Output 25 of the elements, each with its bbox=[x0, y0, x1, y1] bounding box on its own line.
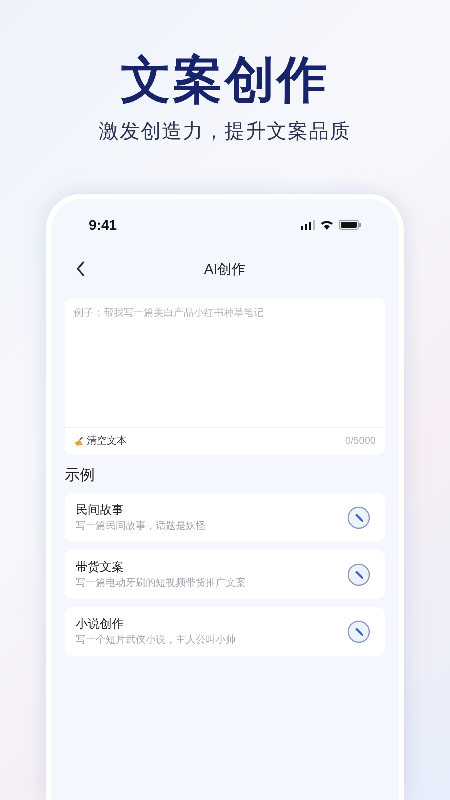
pen-icon bbox=[347, 562, 371, 586]
broom-icon bbox=[74, 436, 84, 446]
pen-icon bbox=[347, 620, 371, 644]
example-title: 带货文案 bbox=[76, 558, 125, 574]
page-title: AI创作 bbox=[204, 260, 246, 278]
example-title: 小说创作 bbox=[76, 616, 125, 632]
example-prompt: 写一个短片武侠小说，主人公叫小帅 bbox=[76, 634, 236, 648]
example-card[interactable]: 民间故事 写一篇民间故事，话题是妖怪 bbox=[65, 493, 385, 542]
example-title: 民间故事 bbox=[76, 502, 125, 518]
back-icon bbox=[76, 261, 86, 277]
character-counter: 0/5000 bbox=[345, 435, 376, 449]
pen-icon bbox=[347, 506, 371, 530]
signal-icon bbox=[301, 220, 315, 230]
clear-text-button[interactable]: 清空文本 bbox=[74, 434, 127, 449]
status-time: 9:41 bbox=[89, 216, 118, 234]
headline: 文案创作 bbox=[121, 51, 329, 110]
example-card[interactable]: 带货文案 写一篇电动牙刷的短视频带货推广文案 bbox=[65, 550, 385, 599]
example-prompt: 写一篇电动牙刷的短视频带货推广文案 bbox=[76, 576, 246, 590]
section-heading: 示例 bbox=[65, 466, 96, 486]
prompt-field[interactable]: 例子：帮我写一篇美白产品小红书种草笔记 bbox=[65, 298, 385, 427]
subtitle: 激发创造力，提升文案品质 bbox=[99, 120, 351, 145]
battery-icon bbox=[339, 220, 361, 230]
wifi-icon bbox=[320, 220, 334, 230]
example-card[interactable]: 小说创作 写一个短片武侠小说，主人公叫小帅 bbox=[65, 607, 385, 656]
example-prompt: 写一篇民间故事，话题是妖怪 bbox=[76, 520, 206, 534]
